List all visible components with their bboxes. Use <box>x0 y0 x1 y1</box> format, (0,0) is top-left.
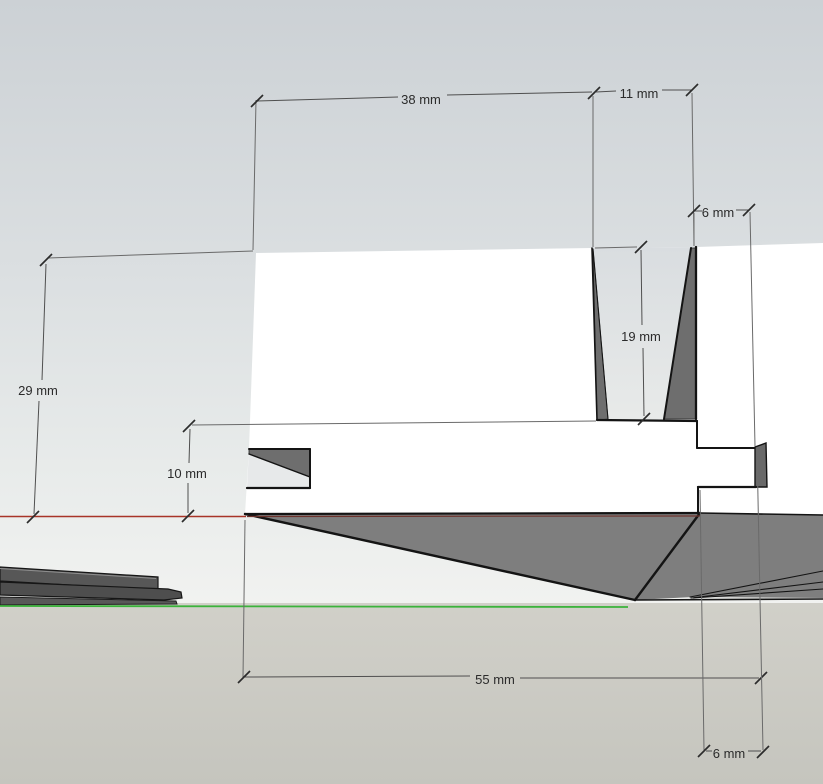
model-viewport[interactable]: 38 mm 11 mm 6 mm 19 mm 29 mm 10 mm 55 mm… <box>0 0 823 784</box>
dim-label-38mm[interactable]: 38 mm <box>401 92 441 107</box>
dim-label-19mm[interactable]: 19 mm <box>621 329 661 344</box>
model-canvas[interactable]: 38 mm 11 mm 6 mm 19 mm 29 mm 10 mm 55 mm… <box>0 0 823 784</box>
ground-contact-edge <box>634 598 823 601</box>
profile-bottom-edge <box>243 511 702 516</box>
dim-label-10mm[interactable]: 10 mm <box>167 466 207 481</box>
dim-label-55mm[interactable]: 55 mm <box>475 672 515 687</box>
dim-label-6mm-top[interactable]: 6 mm <box>702 205 735 220</box>
dim-label-29mm[interactable]: 29 mm <box>18 383 58 398</box>
ground-plane <box>0 603 823 784</box>
dim-label-11mm[interactable]: 11 mm <box>620 86 659 101</box>
groove-bottom-edge <box>595 418 699 423</box>
red-axis-line-hidden <box>246 515 701 518</box>
left-notch[interactable] <box>245 448 312 490</box>
dim-label-6mm-bottom[interactable]: 6 mm <box>713 746 746 761</box>
profile-cut-face[interactable] <box>245 243 823 514</box>
green-axis-line <box>0 605 629 608</box>
